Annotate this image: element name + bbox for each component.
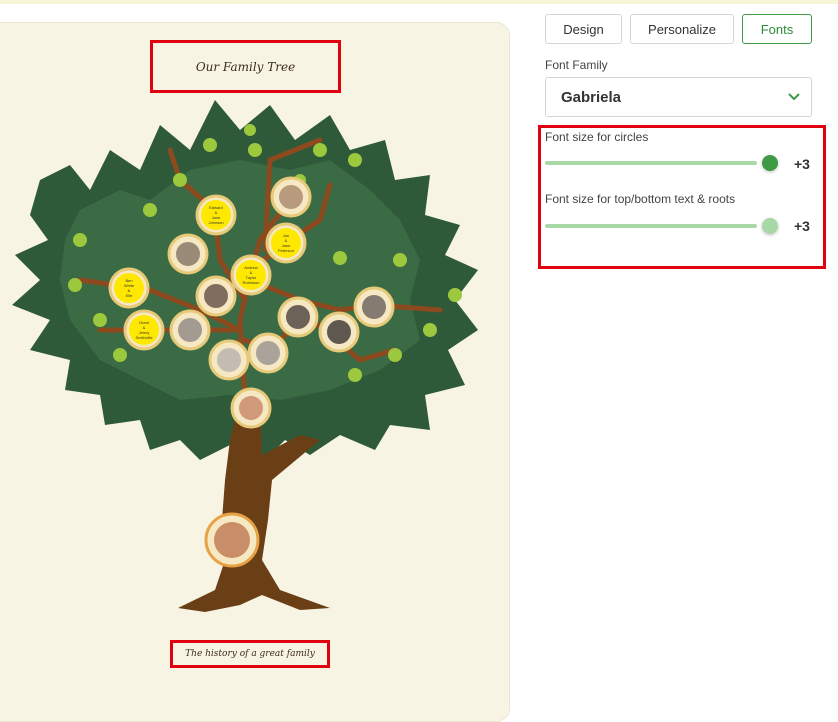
chevron-down-icon bbox=[788, 93, 800, 101]
circles-font-size-value: +3 bbox=[794, 156, 810, 172]
text-roots-font-size-slider-handle[interactable] bbox=[762, 218, 778, 234]
name-circle-text: Elle bbox=[126, 293, 133, 298]
bottom-text-box[interactable]: The history of a great family bbox=[170, 640, 330, 668]
tab-fonts-label: Fonts bbox=[760, 21, 794, 37]
text-roots-font-size-label: Font size for top/bottom text & roots bbox=[545, 192, 736, 206]
family-tree-illustration: Edward&JaneJohnsonJoe&JanePetersonAndrew… bbox=[12, 100, 478, 612]
tab-design-label: Design bbox=[563, 21, 604, 37]
tab-design[interactable]: Design bbox=[545, 14, 622, 44]
circles-font-size-label: Font size for circles bbox=[545, 130, 649, 144]
top-text: Our Family Tree bbox=[195, 59, 296, 74]
name-circle-text: Robinson bbox=[243, 280, 260, 285]
bottom-text: The history of a great family bbox=[185, 649, 315, 659]
top-text-box[interactable]: Our Family Tree bbox=[150, 40, 341, 93]
tab-fonts[interactable]: Fonts bbox=[742, 14, 812, 44]
tab-personalize[interactable]: Personalize bbox=[630, 14, 734, 44]
circles-font-size-slider-track[interactable] bbox=[545, 161, 757, 165]
text-roots-font-size-slider-track[interactable] bbox=[545, 224, 757, 228]
tab-personalize-label: Personalize bbox=[648, 21, 716, 37]
name-circle-text: Smithville bbox=[135, 335, 153, 340]
name-circle-text: Peterson bbox=[278, 248, 294, 253]
text-roots-font-size-value: +3 bbox=[794, 218, 810, 234]
font-family-select[interactable]: Gabriela bbox=[545, 77, 812, 117]
top-banner-strip bbox=[0, 0, 838, 4]
font-family-label: Font Family bbox=[545, 58, 608, 72]
circles-font-size-slider-handle[interactable] bbox=[762, 155, 778, 171]
font-family-value: Gabriela bbox=[561, 88, 622, 106]
name-circle-text: Johnson bbox=[208, 220, 223, 225]
